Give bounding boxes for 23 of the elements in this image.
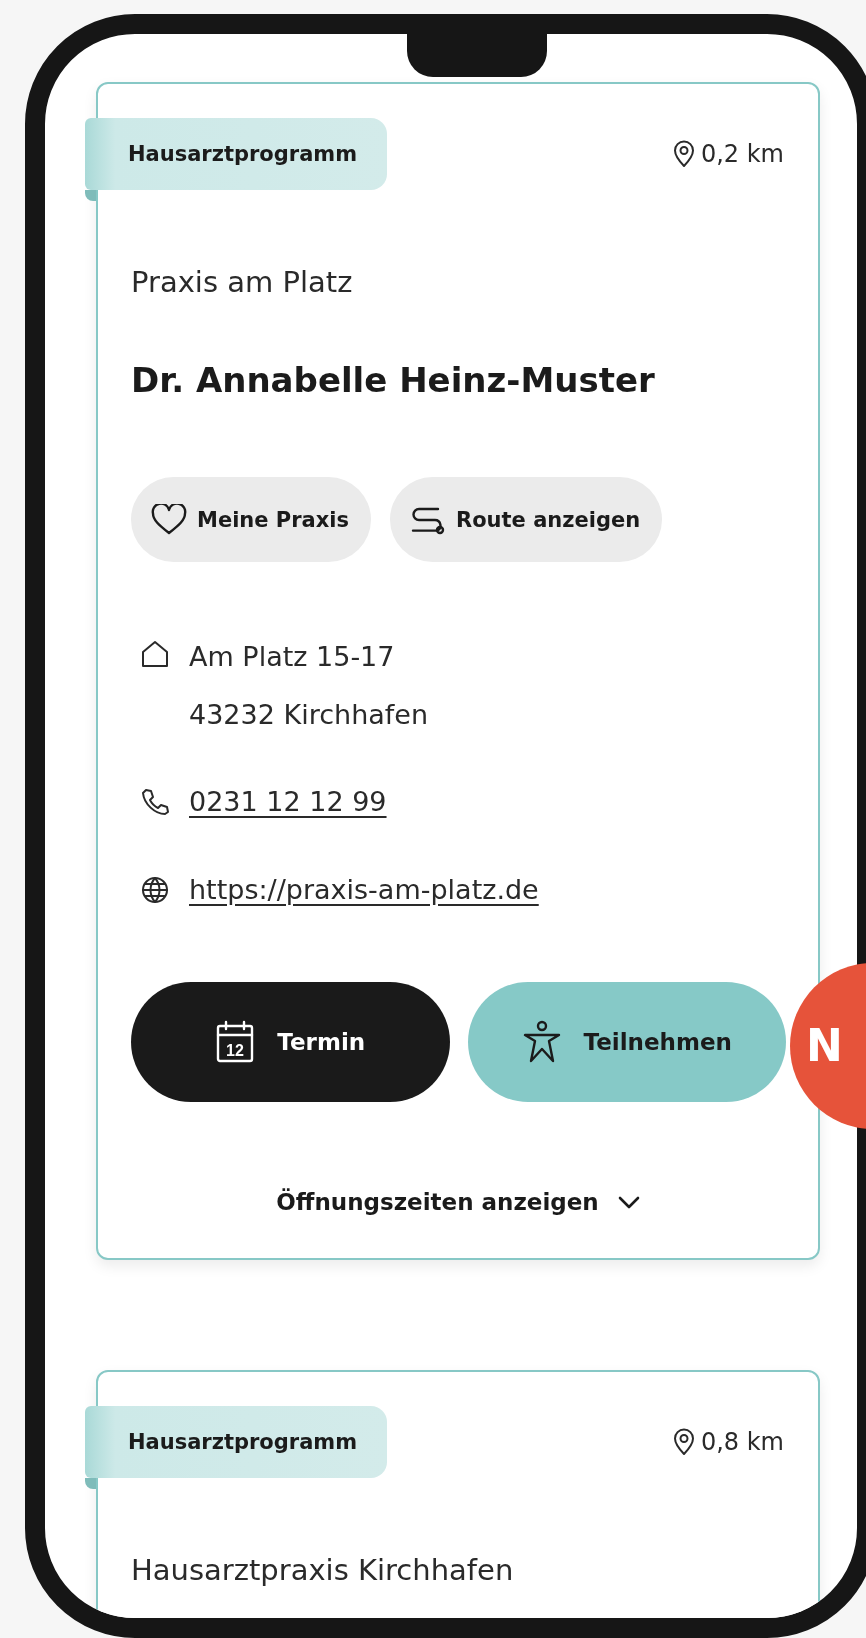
join-button[interactable]: Teilnehmen [467, 982, 786, 1102]
distance-text: 0,8 km [700, 1428, 784, 1456]
location-pin-icon [672, 1428, 695, 1456]
heart-icon [151, 503, 187, 536]
distance-text: 0,2 km [700, 140, 784, 168]
address-text: Am Platz 15-17 43232 Kirchhafen [189, 640, 429, 732]
opening-hours-toggle[interactable]: Öffnungszeiten anzeigen [276, 1182, 641, 1222]
practice-name: Hausarztpraxis Kirchhafen [131, 1552, 515, 1589]
phone-link[interactable]: 0231 12 12 99 [189, 777, 387, 827]
website-link[interactable]: https://praxis-am-platz.de [189, 865, 539, 915]
route-button[interactable]: Route anzeigen [390, 477, 663, 562]
location-pin-icon [672, 140, 695, 168]
globe-icon [140, 875, 170, 905]
practice-name: Praxis am Platz [131, 264, 354, 301]
phone-icon [140, 787, 170, 817]
program-tag: Hausarztprogramm [85, 118, 388, 190]
house-icon [140, 639, 170, 669]
chevron-down-icon [616, 1194, 641, 1210]
favorite-button[interactable]: Meine Praxis [131, 477, 371, 562]
doctor-name: Dr. Annabelle Heinz-Muster [131, 359, 656, 402]
person-icon [521, 1020, 562, 1064]
program-tag: Hausarztprogramm [85, 1406, 388, 1478]
appointment-button[interactable]: 12 Termin [131, 982, 450, 1102]
